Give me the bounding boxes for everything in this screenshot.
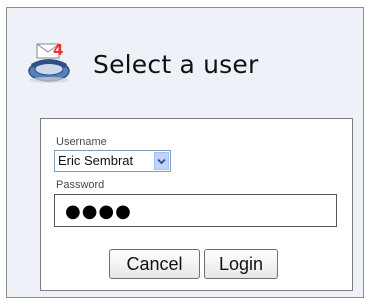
- svg-text:4: 4: [53, 41, 63, 59]
- username-select[interactable]: Eric Sembrat: [54, 150, 171, 172]
- login-window: 4 Select a user Username Eric Sembrat Pa…: [6, 7, 364, 298]
- login-button[interactable]: Login: [204, 249, 278, 279]
- password-field[interactable]: ●●●●: [54, 194, 337, 227]
- dropdown-arrow-button[interactable]: [154, 152, 169, 170]
- chevron-down-icon: [157, 158, 166, 164]
- username-select-value: Eric Sembrat: [58, 153, 134, 168]
- password-value: ●●●●: [65, 201, 132, 222]
- phone-mail-icon: 4: [25, 38, 77, 84]
- username-label: Username: [56, 136, 107, 148]
- page-title: Select a user: [93, 50, 259, 79]
- cancel-button[interactable]: Cancel: [109, 249, 200, 279]
- login-form-panel: Username Eric Sembrat Password ●●●● Canc…: [40, 118, 353, 291]
- password-label: Password: [56, 179, 105, 191]
